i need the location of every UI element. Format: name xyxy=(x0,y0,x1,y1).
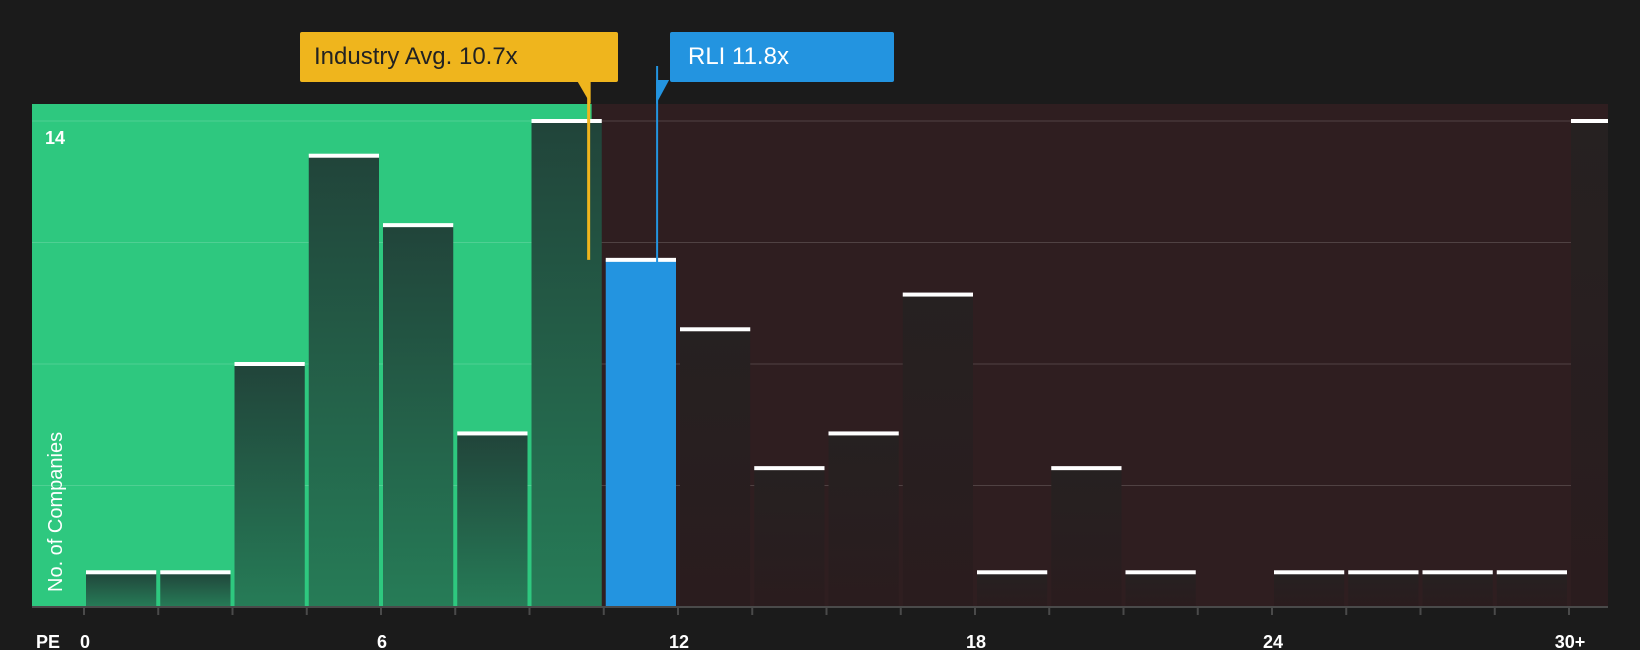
histogram-bar-3 xyxy=(308,155,379,607)
histogram-bar-cap-1 xyxy=(160,570,231,575)
histogram-bar-4 xyxy=(383,225,454,607)
x-axis-label: PE xyxy=(36,632,60,650)
histogram-bar-cap-8 xyxy=(680,327,751,332)
company-pe-callout: RLI 11.8x xyxy=(670,32,894,82)
pe-distribution-chart: 0 6 12 18 24 30+ No. of Companies 14 PE xyxy=(32,66,1608,650)
y-tick-label-14: 14 xyxy=(45,128,65,148)
x-tick-label-30+: 30+ xyxy=(1555,632,1586,650)
histogram-bar-cap-12 xyxy=(977,570,1048,575)
histogram-bar-5 xyxy=(457,433,528,607)
histogram-bar-20 xyxy=(1571,121,1608,607)
histogram-bar-cap-0 xyxy=(86,570,157,575)
histogram-bar-16 xyxy=(1274,572,1345,607)
histogram-bar-18 xyxy=(1422,572,1493,607)
histogram-bar-cap-5 xyxy=(457,431,528,436)
histogram-bar-12 xyxy=(977,572,1048,607)
histogram-bar-cap-6 xyxy=(531,119,602,123)
histogram-bar-7 xyxy=(605,259,676,607)
histogram-bar-cap-4 xyxy=(383,223,454,228)
histogram-bar-13 xyxy=(1051,468,1122,607)
histogram-bar-2 xyxy=(234,364,305,607)
histogram-bar-9 xyxy=(754,468,825,607)
histogram-bar-cap-17 xyxy=(1348,570,1419,575)
histogram-bar-cap-18 xyxy=(1422,570,1493,575)
x-tick-label-18: 18 xyxy=(966,632,986,650)
histogram-bar-cap-11 xyxy=(902,292,973,297)
histogram-bar-6 xyxy=(531,121,602,607)
histogram-bar-10 xyxy=(828,433,899,607)
histogram-bar-cap-7 xyxy=(605,257,676,262)
histogram-bar-0 xyxy=(86,572,157,607)
y-axis-label: No. of Companies xyxy=(45,432,67,592)
histogram-bar-19 xyxy=(1496,572,1567,607)
histogram-bar-14 xyxy=(1125,572,1196,607)
x-tick-label-6: 6 xyxy=(377,632,387,650)
industry-average-callout: Industry Avg. 10.7x xyxy=(300,32,618,82)
histogram-bar-cap-19 xyxy=(1496,570,1567,575)
histogram-bar-1 xyxy=(160,572,231,607)
histogram-bar-cap-9 xyxy=(754,466,825,471)
histogram-bar-cap-14 xyxy=(1125,570,1196,575)
x-tick-label-0: 0 xyxy=(80,632,90,650)
x-tick-label-12: 12 xyxy=(669,632,689,650)
histogram-bar-cap-16 xyxy=(1274,570,1345,575)
histogram-bar-cap-20 xyxy=(1571,119,1608,123)
x-tick-label-24: 24 xyxy=(1263,632,1283,650)
histogram-bar-8 xyxy=(680,329,751,607)
histogram-bar-cap-3 xyxy=(308,153,379,158)
histogram-bar-cap-10 xyxy=(828,431,899,436)
histogram-bar-17 xyxy=(1348,572,1419,607)
histogram-bar-cap-2 xyxy=(234,362,305,366)
histogram-bar-cap-13 xyxy=(1051,466,1122,471)
histogram-bar-11 xyxy=(902,294,973,607)
